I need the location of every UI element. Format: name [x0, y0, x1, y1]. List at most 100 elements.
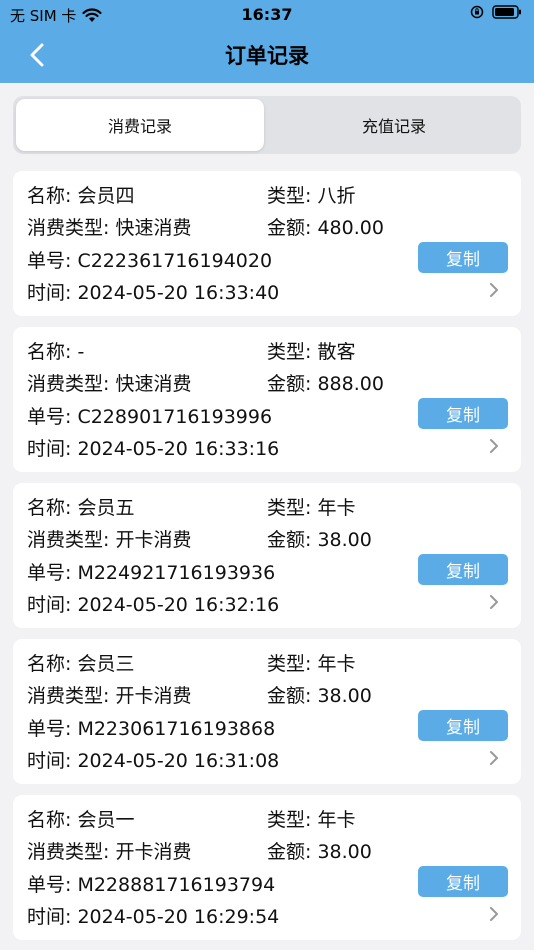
name-value: 会员五	[77, 497, 135, 519]
consume-type-value: 开卡消费	[115, 685, 192, 707]
name-label: 名称:	[27, 653, 72, 675]
type-row: 类型: 年卡	[267, 493, 355, 520]
time-value: 2024-05-20 16:33:16	[77, 438, 280, 460]
type-value: 年卡	[317, 809, 356, 831]
status-time: 16:37	[241, 5, 293, 24]
consume-type-row: 消费类型: 开卡消费	[27, 681, 191, 708]
time-row: 时间: 2024-05-20 16:31:08	[27, 746, 279, 773]
nav-bar: 订单记录	[0, 28, 534, 83]
consume-type-label: 消费类型:	[27, 217, 110, 239]
amount-value: 38.00	[317, 685, 372, 707]
chevron-right-icon[interactable]	[487, 280, 501, 300]
amount-value: 38.00	[317, 529, 372, 551]
order-card[interactable]: 名称: 会员五 类型: 年卡 消费类型: 开卡消费 金额: 38.00 单号: …	[13, 483, 521, 628]
order-no-row: 单号: C228901716193996	[27, 402, 272, 429]
consume-type-row: 消费类型: 开卡消费	[27, 837, 191, 864]
type-label: 类型:	[267, 809, 312, 831]
order-no-value: C228901716193996	[77, 406, 273, 428]
copy-button[interactable]: 复制	[418, 710, 508, 741]
name-value: -	[77, 341, 85, 363]
consume-type-label: 消费类型:	[27, 685, 110, 707]
order-no-row: 单号: M228881716193794	[27, 870, 275, 897]
amount-value: 38.00	[317, 841, 372, 863]
consume-type-label: 消费类型:	[27, 529, 110, 551]
amount-label: 金额:	[267, 841, 312, 863]
name-value: 会员一	[77, 809, 135, 831]
copy-button[interactable]: 复制	[418, 866, 508, 897]
type-row: 类型: 八折	[267, 181, 355, 208]
status-bar: 无 SIM 卡 16:37	[0, 0, 534, 28]
header: 无 SIM 卡 16:37 订单记录	[0, 0, 534, 83]
order-no-value: M223061716193868	[77, 718, 276, 740]
time-label: 时间:	[27, 282, 72, 304]
copy-button[interactable]: 复制	[418, 554, 508, 585]
copy-button[interactable]: 复制	[418, 398, 508, 429]
time-value: 2024-05-20 16:32:16	[77, 594, 280, 616]
amount-row: 金额: 38.00	[267, 525, 372, 552]
chevron-right-icon[interactable]	[487, 904, 501, 924]
time-label: 时间:	[27, 594, 72, 616]
amount-label: 金额:	[267, 685, 312, 707]
type-value: 年卡	[317, 653, 356, 675]
name-value: 会员三	[77, 653, 135, 675]
battery-icon	[492, 5, 521, 19]
order-card[interactable]: 名称: - 类型: 散客 消费类型: 快速消费 金额: 888.00 单号: C…	[13, 327, 521, 472]
order-no-row: 单号: C222361716194020	[27, 246, 272, 273]
name-label: 名称:	[27, 497, 72, 519]
name-row: 名称: 会员五	[27, 493, 134, 520]
chevron-right-icon[interactable]	[487, 592, 501, 612]
chevron-right-icon[interactable]	[487, 748, 501, 768]
consume-type-row: 消费类型: 快速消费	[27, 213, 191, 240]
amount-value: 888.00	[317, 373, 384, 395]
name-row: 名称: 会员四	[27, 181, 134, 208]
amount-row: 金额: 38.00	[267, 681, 372, 708]
time-label: 时间:	[27, 906, 72, 928]
type-row: 类型: 散客	[267, 337, 355, 364]
name-row: 名称: -	[27, 337, 84, 364]
time-row: 时间: 2024-05-20 16:33:16	[27, 434, 279, 461]
time-value: 2024-05-20 16:31:08	[77, 750, 280, 772]
order-card[interactable]: 名称: 会员四 类型: 八折 消费类型: 快速消费 金额: 480.00 单号:…	[13, 171, 521, 316]
type-label: 类型:	[267, 653, 312, 675]
chevron-right-icon[interactable]	[487, 436, 501, 456]
type-label: 类型:	[267, 341, 312, 363]
order-no-label: 单号:	[27, 874, 72, 896]
consume-type-row: 消费类型: 开卡消费	[27, 525, 191, 552]
name-label: 名称:	[27, 341, 72, 363]
amount-label: 金额:	[267, 217, 312, 239]
consume-type-row: 消费类型: 快速消费	[27, 369, 191, 396]
name-row: 名称: 会员一	[27, 805, 134, 832]
amount-label: 金额:	[267, 529, 312, 551]
name-label: 名称:	[27, 185, 72, 207]
type-label: 类型:	[267, 497, 312, 519]
name-row: 名称: 会员三	[27, 649, 134, 676]
type-value: 年卡	[317, 497, 356, 519]
order-no-value: C222361716194020	[77, 250, 273, 272]
consume-type-value: 快速消费	[115, 373, 192, 395]
order-no-value: M228881716193794	[77, 874, 276, 896]
order-no-row: 单号: M223061716193868	[27, 714, 275, 741]
order-no-row: 单号: M224921716193936	[27, 558, 275, 585]
order-list: 名称: 会员四 类型: 八折 消费类型: 快速消费 金额: 480.00 单号:…	[13, 171, 521, 950]
status-right	[470, 5, 522, 19]
amount-row: 金额: 38.00	[267, 837, 372, 864]
consume-type-value: 开卡消费	[115, 841, 192, 863]
time-value: 2024-05-20 16:33:40	[77, 282, 280, 304]
tab-consume-records[interactable]: 消费记录	[16, 99, 264, 151]
time-row: 时间: 2024-05-20 16:33:40	[27, 278, 279, 305]
consume-type-label: 消费类型:	[27, 841, 110, 863]
amount-label: 金额:	[267, 373, 312, 395]
type-row: 类型: 年卡	[267, 649, 355, 676]
orientation-lock-icon	[470, 5, 484, 19]
order-card[interactable]: 名称: 会员三 类型: 年卡 消费类型: 开卡消费 金额: 38.00 单号: …	[13, 639, 521, 784]
name-value: 会员四	[77, 185, 135, 207]
order-no-label: 单号:	[27, 406, 72, 428]
copy-button[interactable]: 复制	[418, 242, 508, 273]
amount-value: 480.00	[317, 217, 384, 239]
order-no-label: 单号:	[27, 562, 72, 584]
tab-recharge-records[interactable]: 充值记录	[270, 99, 518, 151]
amount-row: 金额: 480.00	[267, 213, 384, 240]
record-type-tabs: 消费记录 充值记录	[13, 96, 521, 154]
order-card[interactable]: 名称: 会员一 类型: 年卡 消费类型: 开卡消费 金额: 38.00 单号: …	[13, 795, 521, 940]
type-value: 散客	[317, 341, 356, 363]
